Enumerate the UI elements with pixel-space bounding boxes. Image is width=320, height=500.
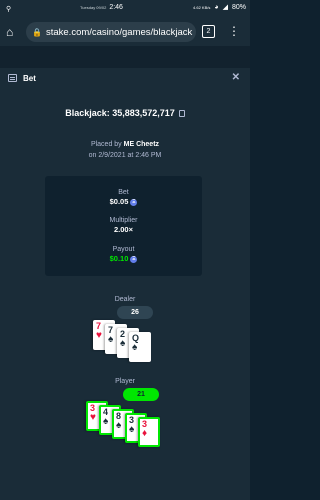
card-suit-icon: ♠	[103, 416, 109, 427]
tab-count: 2	[206, 28, 211, 35]
dealer-total: 26	[131, 309, 139, 316]
tab-switcher-button[interactable]: 2	[202, 25, 215, 38]
player-card-5: 3 ♦	[138, 417, 160, 447]
payout-value: $0.10	[109, 254, 129, 263]
payout-value-row: $0.10 Ξ	[45, 254, 202, 263]
modal-title: Bet	[23, 73, 36, 83]
multiplier-value: 2.00×	[114, 225, 133, 234]
card-suit-icon: ♠	[132, 342, 138, 353]
placed-prefix: Placed by	[90, 141, 122, 148]
stat-multiplier: Multiplier 2.00×	[45, 217, 202, 234]
bet-value: $0.05	[109, 197, 129, 206]
status-bar: ⚲ Tuesday 09/02 2:46 4.62 KB/s ◕ ◢ 80%	[0, 0, 250, 18]
player-total: 21	[137, 391, 145, 398]
player-total-badge: 21	[123, 388, 159, 401]
bet-id: Blackjack: 35,883,572,717	[0, 108, 250, 118]
browser-toolbar: ⌂ 🔒 stake.com/casino/games/blackjack 2 ⋮	[0, 18, 250, 46]
lock-icon: 🔒	[32, 27, 42, 37]
card-suit-icon: ♠	[120, 338, 126, 349]
eth-coin-icon: Ξ	[130, 198, 138, 206]
home-icon[interactable]: ⌂	[6, 25, 20, 39]
card-suit-icon: ♥	[90, 412, 96, 423]
battery-text: 80%	[231, 3, 246, 11]
bet-label: Bet	[118, 189, 129, 196]
bet-ticket-icon	[8, 74, 17, 82]
modal-backdrop[interactable]	[0, 46, 250, 68]
placed-date: on 2/9/2021 at 2:46 PM	[88, 152, 162, 159]
status-time: 2:46	[109, 4, 123, 11]
stat-bet: Bet $0.05 Ξ	[45, 189, 202, 206]
placed-user[interactable]: ME Cheetz	[124, 141, 159, 148]
data-speed: 4.62 KB/s	[193, 4, 211, 10]
multiplier-label: Multiplier	[109, 217, 138, 224]
notification-icon: ⚲	[6, 6, 12, 13]
dealer-total-badge: 26	[117, 306, 153, 319]
player-label: Player	[115, 378, 135, 385]
bet-modal: Bet ✕ Blackjack: 35,883,572,717 Placed b…	[0, 68, 250, 500]
card-suit-icon: ♦	[142, 428, 148, 439]
bet-stats-panel: Bet $0.05 Ξ Multiplier 2.00× Payout $0.10…	[45, 176, 202, 276]
bet-value-row: $0.05 Ξ	[45, 197, 202, 206]
card-suit-icon: ♠	[108, 334, 114, 345]
bet-id-text: Blackjack: 35,883,572,717	[65, 108, 175, 118]
menu-icon[interactable]: ⋮	[228, 24, 240, 38]
url-field[interactable]: 🔒 stake.com/casino/games/blackjack	[26, 22, 196, 42]
placed-info: Placed by ME Cheetz on 2/9/2021 at 2:46 …	[0, 139, 250, 161]
card-suit-icon: ♠	[129, 424, 135, 435]
url-text: stake.com/casino/games/blackjack	[45, 26, 193, 38]
card-suit-icon: ♥	[96, 330, 102, 341]
dealer-card-4: Q ♠	[129, 332, 151, 362]
copy-icon[interactable]	[178, 110, 185, 118]
eth-coin-icon: Ξ	[130, 255, 138, 263]
card-suit-icon: ♠	[116, 420, 122, 431]
status-day: Tuesday 09/02	[80, 5, 107, 10]
signal-icon: ◢	[222, 4, 228, 11]
payout-label: Payout	[112, 246, 135, 253]
wifi-icon: ◕	[214, 3, 219, 11]
dealer-label: Dealer	[114, 296, 136, 303]
stat-payout: Payout $0.10 Ξ	[45, 246, 202, 263]
close-icon[interactable]: ✕	[232, 72, 240, 83]
modal-header: Bet ✕	[0, 68, 250, 88]
